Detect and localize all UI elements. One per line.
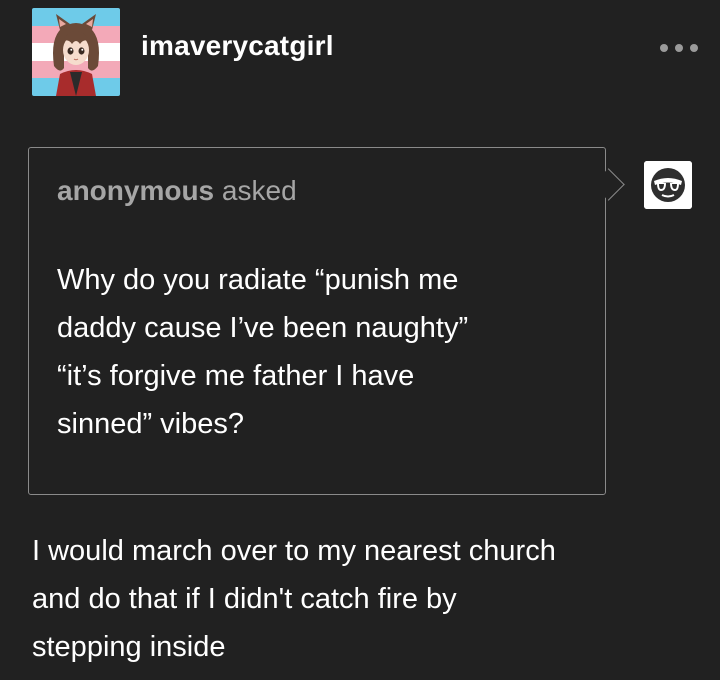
more-options-icon[interactable] bbox=[660, 40, 698, 56]
answer-line: and do that if I didn't catch fire by bbox=[32, 583, 457, 615]
dot bbox=[675, 44, 683, 52]
catgirl-avatar-icon[interactable] bbox=[32, 8, 120, 96]
asker-line: anonymous asked bbox=[57, 175, 297, 207]
question-line: daddy cause I’ve been naughty” bbox=[57, 312, 469, 344]
answer-line: stepping inside bbox=[32, 631, 226, 663]
question-line: Why do you radiate “punish me bbox=[57, 264, 459, 296]
sunglasses-face-icon bbox=[644, 161, 692, 209]
answer-text: I would march over to my nearest church … bbox=[32, 527, 692, 671]
dot bbox=[660, 44, 668, 52]
question-text: Why do you radiate “punish me daddy caus… bbox=[57, 256, 577, 448]
post-header: imaverycatgirl bbox=[0, 0, 720, 100]
dot bbox=[690, 44, 698, 52]
answer-line: I would march over to my nearest church bbox=[32, 535, 556, 567]
asker-name: anonymous bbox=[57, 175, 215, 206]
question-line: “it’s forgive me father I have bbox=[57, 360, 415, 392]
username[interactable]: imaverycatgirl bbox=[141, 30, 334, 62]
question-line: sinned” vibes? bbox=[57, 408, 244, 440]
asked-label: asked bbox=[214, 175, 297, 206]
